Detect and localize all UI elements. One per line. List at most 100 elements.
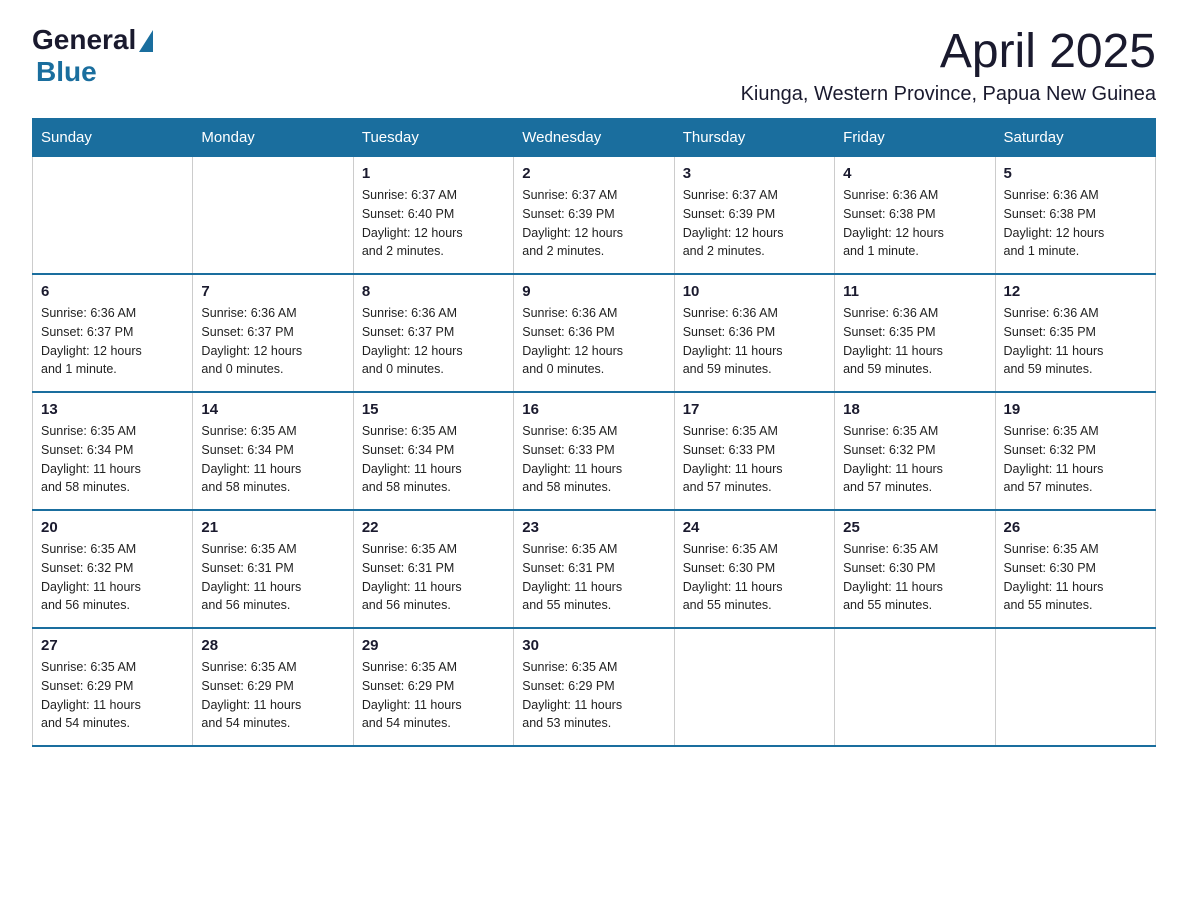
day-info: Sunrise: 6:37 AMSunset: 6:40 PMDaylight:… xyxy=(362,186,505,261)
day-number: 15 xyxy=(362,401,505,418)
day-number: 11 xyxy=(843,283,986,300)
calendar-day-cell: 19 Sunrise: 6:35 AMSunset: 6:32 PMDayligh… xyxy=(995,392,1155,510)
calendar-day-cell: 1Sunrise: 6:37 AMSunset: 6:40 PMDaylight… xyxy=(353,157,513,275)
calendar-day-cell: 26Sunrise: 6:35 AMSunset: 6:30 PMDayligh… xyxy=(995,510,1155,628)
calendar-day-cell: 17 Sunrise: 6:35 AMSunset: 6:33 PMDayligh… xyxy=(674,392,834,510)
calendar-day-cell xyxy=(674,628,834,746)
logo-triangle-icon xyxy=(139,30,153,52)
calendar-day-cell: 20Sunrise: 6:35 AMSunset: 6:32 PMDayligh… xyxy=(33,510,193,628)
calendar-day-cell: 13Sunrise: 6:35 AMSunset: 6:34 PMDayligh… xyxy=(33,392,193,510)
day-info: Sunrise: 6:36 AMSunset: 6:36 PMDaylight:… xyxy=(522,304,665,379)
day-info: Sunrise: 6:36 AMSunset: 6:37 PMDaylight:… xyxy=(201,304,344,379)
calendar-day-cell: 23 Sunrise: 6:35 AMSunset: 6:31 PMDayligh… xyxy=(514,510,674,628)
day-info: Sunrise: 6:36 AMSunset: 6:38 PMDaylight:… xyxy=(1004,186,1147,261)
calendar-day-cell: 15 Sunrise: 6:35 AMSunset: 6:34 PMDayligh… xyxy=(353,392,513,510)
day-number: 16 xyxy=(522,401,665,418)
day-info: Sunrise: 6:35 AMSunset: 6:29 PMDaylight:… xyxy=(41,658,184,733)
day-number: 19 xyxy=(1004,401,1147,418)
day-number: 28 xyxy=(201,637,344,654)
day-number: 4 xyxy=(843,165,986,182)
calendar-week-row: 27 Sunrise: 6:35 AMSunset: 6:29 PMDayligh… xyxy=(33,628,1156,746)
calendar-day-cell: 27 Sunrise: 6:35 AMSunset: 6:29 PMDayligh… xyxy=(33,628,193,746)
day-number: 24 xyxy=(683,519,826,536)
day-info: Sunrise: 6:35 AMSunset: 6:31 PMDaylight:… xyxy=(362,540,505,615)
day-number: 29 xyxy=(362,637,505,654)
calendar-day-cell: 7 Sunrise: 6:36 AMSunset: 6:37 PMDaylight… xyxy=(193,274,353,392)
calendar-day-cell: 14 Sunrise: 6:35 AMSunset: 6:34 PMDayligh… xyxy=(193,392,353,510)
calendar-day-cell: 5 Sunrise: 6:36 AMSunset: 6:38 PMDaylight… xyxy=(995,157,1155,275)
day-info: Sunrise: 6:35 AMSunset: 6:30 PMDaylight:… xyxy=(1004,540,1147,615)
day-info: Sunrise: 6:35 AMSunset: 6:30 PMDaylight:… xyxy=(843,540,986,615)
calendar-day-cell: 18Sunrise: 6:35 AMSunset: 6:32 PMDayligh… xyxy=(835,392,995,510)
calendar-day-cell: 16 Sunrise: 6:35 AMSunset: 6:33 PMDayligh… xyxy=(514,392,674,510)
calendar-day-cell xyxy=(193,157,353,275)
day-info: Sunrise: 6:35 AMSunset: 6:29 PMDaylight:… xyxy=(522,658,665,733)
day-info: Sunrise: 6:35 AMSunset: 6:29 PMDaylight:… xyxy=(362,658,505,733)
day-number: 14 xyxy=(201,401,344,418)
day-number: 10 xyxy=(683,283,826,300)
day-number: 27 xyxy=(41,637,184,654)
day-number: 7 xyxy=(201,283,344,300)
day-of-week-header: Sunday xyxy=(33,119,193,157)
day-info: Sunrise: 6:36 AMSunset: 6:36 PMDaylight:… xyxy=(683,304,826,379)
day-info: Sunrise: 6:35 AMSunset: 6:33 PMDaylight:… xyxy=(683,422,826,497)
day-info: Sunrise: 6:35 AMSunset: 6:31 PMDaylight:… xyxy=(522,540,665,615)
calendar-week-row: 13Sunrise: 6:35 AMSunset: 6:34 PMDayligh… xyxy=(33,392,1156,510)
calendar-week-row: 6Sunrise: 6:36 AMSunset: 6:37 PMDaylight… xyxy=(33,274,1156,392)
day-number: 8 xyxy=(362,283,505,300)
day-number: 30 xyxy=(522,637,665,654)
day-info: Sunrise: 6:35 AMSunset: 6:34 PMDaylight:… xyxy=(201,422,344,497)
calendar-day-cell: 2 Sunrise: 6:37 AMSunset: 6:39 PMDaylight… xyxy=(514,157,674,275)
day-number: 12 xyxy=(1004,283,1147,300)
day-of-week-header: Monday xyxy=(193,119,353,157)
day-info: Sunrise: 6:36 AMSunset: 6:35 PMDaylight:… xyxy=(843,304,986,379)
calendar-day-cell: 4 Sunrise: 6:36 AMSunset: 6:38 PMDaylight… xyxy=(835,157,995,275)
calendar-day-cell: 12 Sunrise: 6:36 AMSunset: 6:35 PMDayligh… xyxy=(995,274,1155,392)
day-number: 18 xyxy=(843,401,986,418)
calendar-day-cell: 9 Sunrise: 6:36 AMSunset: 6:36 PMDaylight… xyxy=(514,274,674,392)
calendar-day-cell xyxy=(835,628,995,746)
calendar-day-cell xyxy=(995,628,1155,746)
calendar-week-row: 20Sunrise: 6:35 AMSunset: 6:32 PMDayligh… xyxy=(33,510,1156,628)
calendar-day-cell: 30 Sunrise: 6:35 AMSunset: 6:29 PMDayligh… xyxy=(514,628,674,746)
day-info: Sunrise: 6:37 AMSunset: 6:39 PMDaylight:… xyxy=(683,186,826,261)
month-year-title: April 2025 xyxy=(741,24,1156,79)
calendar-header-row: SundayMondayTuesdayWednesdayThursdayFrid… xyxy=(33,119,1156,157)
calendar-day-cell: 11 Sunrise: 6:36 AMSunset: 6:35 PMDayligh… xyxy=(835,274,995,392)
calendar-day-cell: 21Sunrise: 6:35 AMSunset: 6:31 PMDayligh… xyxy=(193,510,353,628)
day-info: Sunrise: 6:35 AMSunset: 6:32 PMDaylight:… xyxy=(41,540,184,615)
day-info: Sunrise: 6:35 AMSunset: 6:29 PMDaylight:… xyxy=(201,658,344,733)
calendar-day-cell: 8 Sunrise: 6:36 AMSunset: 6:37 PMDaylight… xyxy=(353,274,513,392)
day-info: Sunrise: 6:35 AMSunset: 6:34 PMDaylight:… xyxy=(41,422,184,497)
calendar-day-cell: 28 Sunrise: 6:35 AMSunset: 6:29 PMDayligh… xyxy=(193,628,353,746)
day-number: 25 xyxy=(843,519,986,536)
calendar-week-row: 1Sunrise: 6:37 AMSunset: 6:40 PMDaylight… xyxy=(33,157,1156,275)
calendar-day-cell: 25 Sunrise: 6:35 AMSunset: 6:30 PMDayligh… xyxy=(835,510,995,628)
day-info: Sunrise: 6:36 AMSunset: 6:38 PMDaylight:… xyxy=(843,186,986,261)
calendar-day-cell: 6Sunrise: 6:36 AMSunset: 6:37 PMDaylight… xyxy=(33,274,193,392)
day-info: Sunrise: 6:35 AMSunset: 6:31 PMDaylight:… xyxy=(201,540,344,615)
day-info: Sunrise: 6:35 AMSunset: 6:32 PMDaylight:… xyxy=(1004,422,1147,497)
day-number: 2 xyxy=(522,165,665,182)
day-of-week-header: Friday xyxy=(835,119,995,157)
day-number: 23 xyxy=(522,519,665,536)
logo: General Blue xyxy=(32,24,153,88)
calendar-day-cell: 24 Sunrise: 6:35 AMSunset: 6:30 PMDayligh… xyxy=(674,510,834,628)
day-of-week-header: Tuesday xyxy=(353,119,513,157)
day-info: Sunrise: 6:35 AMSunset: 6:30 PMDaylight:… xyxy=(683,540,826,615)
day-number: 17 xyxy=(683,401,826,418)
day-info: Sunrise: 6:35 AMSunset: 6:34 PMDaylight:… xyxy=(362,422,505,497)
day-info: Sunrise: 6:36 AMSunset: 6:35 PMDaylight:… xyxy=(1004,304,1147,379)
day-info: Sunrise: 6:36 AMSunset: 6:37 PMDaylight:… xyxy=(362,304,505,379)
day-number: 22 xyxy=(362,519,505,536)
location-subtitle: Kiunga, Western Province, Papua New Guin… xyxy=(741,83,1156,106)
day-number: 9 xyxy=(522,283,665,300)
day-info: Sunrise: 6:35 AMSunset: 6:33 PMDaylight:… xyxy=(522,422,665,497)
calendar-day-cell: 10 Sunrise: 6:36 AMSunset: 6:36 PMDayligh… xyxy=(674,274,834,392)
calendar-day-cell xyxy=(33,157,193,275)
day-of-week-header: Thursday xyxy=(674,119,834,157)
day-info: Sunrise: 6:37 AMSunset: 6:39 PMDaylight:… xyxy=(522,186,665,261)
day-number: 5 xyxy=(1004,165,1147,182)
logo-blue: Blue xyxy=(36,56,97,88)
day-of-week-header: Wednesday xyxy=(514,119,674,157)
